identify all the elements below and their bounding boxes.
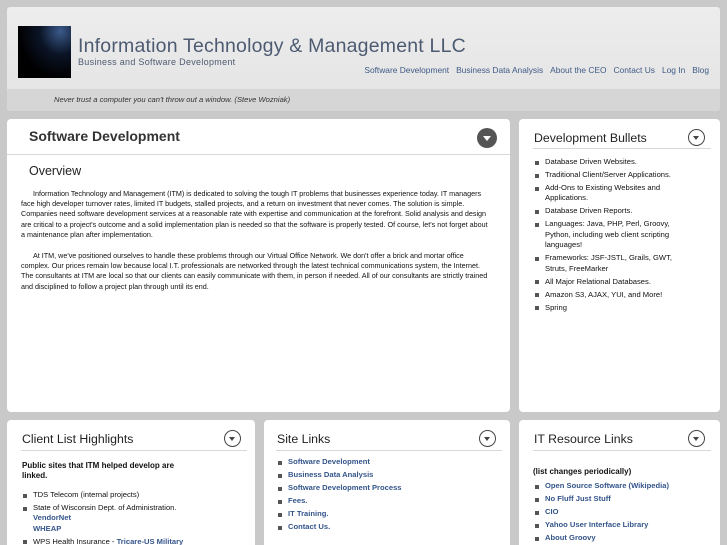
resource-link-cio[interactable]: CIO bbox=[534, 507, 714, 517]
site-link-contact-us[interactable]: Contact Us. bbox=[277, 522, 497, 532]
site-logo[interactable] bbox=[18, 26, 71, 78]
list-item: Languages: Java, PHP, Perl, Groovy, Pyth… bbox=[534, 219, 694, 250]
nav-about-ceo[interactable]: About the CEO bbox=[550, 65, 606, 75]
list-item: Add-Ons to Existing Websites and Applica… bbox=[534, 183, 694, 204]
list-item: Traditional Client/Server Applications. bbox=[534, 170, 694, 180]
site-links-title: Site Links bbox=[277, 432, 331, 446]
quote-bar: Never trust a computer you can't throw o… bbox=[7, 89, 720, 111]
it-resources-title: IT Resource Links bbox=[534, 432, 633, 446]
dev-bullets-title: Development Bullets bbox=[534, 131, 647, 145]
client-list-intro: Public sites that ITM helped develop are… bbox=[22, 461, 175, 480]
site-links-list: Software Development Business Data Analy… bbox=[277, 457, 497, 535]
overview-paragraph-1: Information Technology and Management (I… bbox=[21, 189, 488, 239]
divider bbox=[7, 154, 510, 155]
it-resources-list: Open Source Software (Wikipedia) No Fluf… bbox=[534, 481, 714, 545]
site-link-software-development[interactable]: Software Development bbox=[277, 457, 497, 467]
divider bbox=[276, 450, 502, 451]
client-name: WPS Health Insurance - bbox=[33, 536, 117, 545]
site-link-it-training[interactable]: IT Training. bbox=[277, 509, 497, 519]
site-subtitle: Business and Software Development bbox=[78, 57, 236, 67]
it-resources-note: (list changes periodically) bbox=[533, 467, 632, 476]
client-name: State of Wisconsin Dept. of Administrati… bbox=[33, 503, 177, 512]
nav-blog[interactable]: Blog bbox=[692, 65, 709, 75]
divider bbox=[21, 450, 247, 451]
nav-software-development[interactable]: Software Development bbox=[364, 65, 449, 75]
resource-link-open-source-software[interactable]: Open Source Software (Wikipedia) bbox=[534, 481, 714, 491]
nav-business-data-analysis[interactable]: Business Data Analysis bbox=[456, 65, 543, 75]
quote-text: Never trust a computer you can't throw o… bbox=[54, 95, 291, 104]
collapse-toggle-icon[interactable] bbox=[479, 430, 496, 447]
collapse-toggle-icon[interactable] bbox=[477, 128, 497, 148]
overview-paragraph-2: At ITM, we've positioned ourselves to ha… bbox=[21, 251, 488, 291]
site-links-panel: Site Links Software Development Business… bbox=[264, 420, 510, 545]
client-list: TDS Telecom (internal projects) State of… bbox=[22, 490, 242, 545]
list-item: WPS Health Insurance - Tricare-US Milita… bbox=[22, 537, 242, 545]
list-item: All Major Relational Databases. bbox=[534, 277, 694, 287]
main-panel-title: Software Development bbox=[29, 128, 180, 144]
overview-heading: Overview bbox=[29, 164, 82, 178]
dev-bullets-list: Database Driven Websites. Traditional Cl… bbox=[534, 157, 694, 316]
top-navigation: Software Development Business Data Analy… bbox=[364, 65, 709, 75]
divider bbox=[533, 148, 711, 149]
list-item: Database Driven Websites. bbox=[534, 157, 694, 167]
collapse-toggle-icon[interactable] bbox=[688, 129, 705, 146]
list-item: Frameworks: JSF-JSTL, Grails, GWT, Strut… bbox=[534, 253, 694, 274]
nav-log-in[interactable]: Log In bbox=[662, 65, 685, 75]
list-item: Database Driven Reports. bbox=[534, 206, 694, 216]
client-list-panel: Client List Highlights Public sites that… bbox=[7, 420, 255, 545]
list-item: Spring bbox=[534, 303, 694, 313]
resource-link-no-fluff-just-stuff[interactable]: No Fluff Just Stuff bbox=[534, 494, 714, 504]
site-link-business-data-analysis[interactable]: Business Data Analysis bbox=[277, 470, 497, 480]
site-link-fees[interactable]: Fees. bbox=[277, 496, 497, 506]
site-link-software-development-process[interactable]: Software Development Process bbox=[277, 483, 497, 493]
list-item: TDS Telecom (internal projects) bbox=[22, 490, 242, 500]
resource-link-yui[interactable]: Yahoo User Interface Library bbox=[534, 520, 714, 530]
client-link-wheap[interactable]: WHEAP bbox=[33, 524, 242, 534]
main-content-panel: Software Development Overview Informatio… bbox=[7, 119, 510, 412]
collapse-toggle-icon[interactable] bbox=[688, 430, 705, 447]
list-item: State of Wisconsin Dept. of Administrati… bbox=[22, 503, 242, 534]
nav-contact-us[interactable]: Contact Us bbox=[614, 65, 655, 75]
client-list-title: Client List Highlights bbox=[22, 432, 134, 446]
site-title[interactable]: Information Technology & Management LLC bbox=[78, 35, 466, 58]
it-resource-links-panel: IT Resource Links (list changes periodic… bbox=[519, 420, 720, 545]
collapse-toggle-icon[interactable] bbox=[224, 430, 241, 447]
client-link-tricare[interactable]: Tricare-US Military bbox=[117, 537, 184, 545]
development-bullets-panel: Development Bullets Database Driven Webs… bbox=[519, 119, 720, 412]
client-link-vendornet[interactable]: VendorNet bbox=[33, 513, 242, 523]
list-item: Amazon S3, AJAX, YUI, and More! bbox=[534, 290, 694, 300]
divider bbox=[533, 450, 711, 451]
resource-link-about-groovy[interactable]: About Groovy bbox=[534, 533, 714, 543]
site-header: Information Technology & Management LLC … bbox=[7, 7, 720, 111]
client-name: TDS Telecom (internal projects) bbox=[33, 490, 140, 499]
